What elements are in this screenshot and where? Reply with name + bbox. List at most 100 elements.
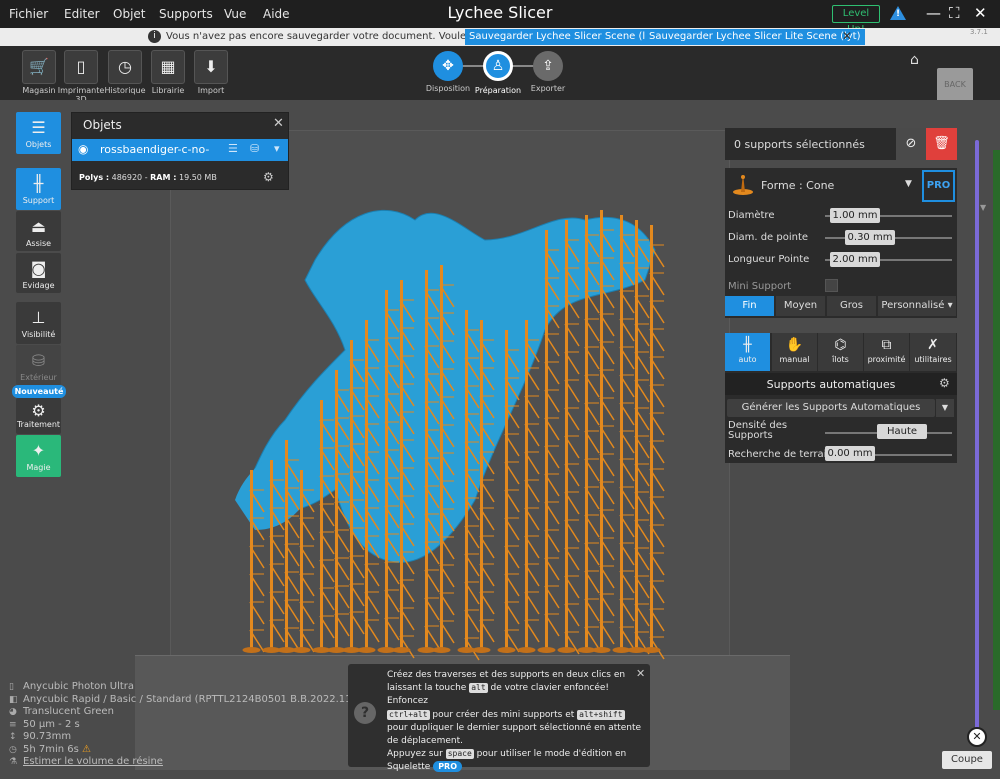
support-pillar[interactable] — [320, 400, 323, 650]
gear-icon[interactable]: ⚙ — [263, 170, 274, 184]
history-icon[interactable]: ◷ — [108, 50, 142, 84]
support-foot — [432, 647, 451, 653]
save-lys-button[interactable]: Sauvegarder Lychee Slicer Scene (lys) — [465, 29, 665, 45]
maximize-button[interactable]: ⛶ — [949, 4, 960, 22]
sidebar-evidage-button[interactable]: ◙ Evidage — [16, 253, 61, 293]
tools-icon: ✗ — [927, 337, 939, 353]
sidebar-objets-button[interactable]: ☰ Objets — [16, 112, 61, 154]
support-foot — [592, 647, 611, 653]
support-pillar[interactable] — [300, 470, 303, 650]
mode-proximite-tab[interactable]: ⧉ proximité — [864, 333, 910, 371]
library-icon[interactable]: ▦ — [151, 50, 185, 84]
support-foot — [242, 647, 261, 653]
support-pillar[interactable] — [385, 290, 388, 650]
store-cart-icon[interactable]: 🛒 — [22, 50, 56, 84]
minimize-button[interactable]: — — [926, 4, 941, 22]
level-up-button[interactable]: Level Up! — [832, 5, 880, 35]
tip-text: Créez des traverses et des supports en d… — [387, 669, 642, 775]
terrain-value[interactable]: 0.00 mm — [825, 446, 875, 461]
mode-utilitaires-tab[interactable]: ✗ utilitaires — [910, 333, 957, 371]
support-foot — [357, 647, 376, 653]
sidebar-exterieur-label: Extérieur — [20, 373, 57, 382]
warning-icon: ⚠ — [82, 743, 92, 755]
support-pillar[interactable] — [565, 220, 568, 650]
pro-button[interactable]: PRO — [922, 170, 955, 202]
manual-support-icon: ✋ — [785, 337, 804, 353]
support-pillar[interactable] — [250, 470, 253, 650]
printer-phone-icon[interactable]: ▯ — [64, 50, 98, 84]
sidebar-support-button[interactable]: ╫ Support — [16, 168, 61, 210]
title-bar: Fichier Editer Objet Supports Vue Aide L… — [0, 0, 1000, 35]
size-fin-button[interactable]: Fin — [725, 296, 775, 316]
printer-icon: ▯ — [9, 682, 14, 692]
mini-support-checkbox[interactable] — [825, 279, 838, 292]
database-icon[interactable]: ⛁ — [250, 142, 259, 155]
chevron-down-icon[interactable]: ▼ — [905, 179, 912, 189]
height-icon: ↕ — [9, 732, 17, 742]
hide-eye-icon[interactable]: ⊘ — [896, 128, 926, 160]
sidebar-magie-button[interactable]: ✦ Magie — [16, 435, 61, 477]
gear-icon[interactable]: ⚙ — [939, 376, 950, 390]
back-button[interactable]: BACK — [937, 68, 973, 102]
islands-icon: ⌬ — [834, 337, 847, 353]
support-shape-panel: Forme : Cone ▼ PRO Diamètre 1.00 mm Diam… — [725, 168, 957, 318]
mode-manual-tab[interactable]: ✋ manual — [772, 333, 818, 371]
profile-icon: ◧ — [9, 694, 18, 705]
support-pillar[interactable] — [400, 280, 403, 650]
support-foot — [537, 647, 556, 653]
disposition-step-icon[interactable]: ✥ — [433, 51, 463, 81]
longueur-value[interactable]: 2.00 mm — [830, 252, 880, 267]
close-objects-panel-icon[interactable]: ✕ — [273, 116, 284, 131]
scroll-up-arrow-icon[interactable]: ▼ — [980, 203, 986, 212]
save-lyt-button[interactable]: Sauvegarder Lychee Slicer Lite Scene (ly… — [645, 29, 865, 45]
step-label-exporter: Exporter — [530, 84, 566, 93]
sidebar-support-label: Support — [22, 196, 55, 205]
close-window-button[interactable]: ✕ — [974, 4, 987, 22]
model-with-supports[interactable] — [225, 170, 685, 670]
eye-icon[interactable]: ◉ — [78, 142, 88, 156]
auto-support-icon: ╫ — [743, 337, 752, 353]
toolbar-label-import: Import — [197, 86, 225, 95]
clip-slider-handle[interactable]: ✕ — [967, 727, 987, 747]
print-time: 5h 7min 6s — [23, 743, 79, 755]
shape-select[interactable]: Forme : Cone — [761, 179, 834, 192]
support-pillar[interactable] — [335, 370, 338, 650]
preparation-step-icon[interactable]: ♙ — [483, 51, 513, 81]
chevron-down-icon[interactable]: ▼ — [936, 399, 954, 417]
support-pillar[interactable] — [635, 220, 638, 650]
support-foot — [392, 647, 411, 653]
sidebar-visibilite-button[interactable]: ⊥ Visibilité — [16, 302, 61, 344]
mode-manual-label: manual — [779, 355, 810, 364]
density-value[interactable]: Haute — [877, 424, 927, 439]
list-icon[interactable]: ☰ — [228, 142, 238, 155]
info-icon: i — [148, 30, 161, 43]
import-icon[interactable]: ⬇ — [194, 50, 228, 84]
size-moyen-button[interactable]: Moyen — [776, 296, 826, 316]
estimate-resin-link[interactable]: Estimer le volume de résine — [23, 756, 163, 767]
mode-ilots-tab[interactable]: ⌬ îlots — [818, 333, 864, 371]
key-alt: alt — [469, 683, 488, 694]
delete-trash-icon[interactable]: 🗑 — [926, 128, 957, 160]
export-step-icon[interactable]: ⇪ — [533, 51, 563, 81]
sidebar-assise-button[interactable]: ⏏ Assise — [16, 211, 61, 251]
object-row[interactable]: ◉ rossbaendiger-c-no- ☰ ⛁ ▾ — [72, 139, 288, 161]
close-notification-icon[interactable]: ✕ — [842, 29, 852, 43]
sidebar-traitement-button[interactable]: ⚙ Traitement — [16, 398, 61, 434]
size-gros-button[interactable]: Gros — [827, 296, 877, 316]
diam-pointe-value[interactable]: 0.30 mm — [845, 230, 895, 245]
support-pillar[interactable] — [350, 340, 353, 650]
generate-supports-button[interactable]: Générer les Supports Automatiques — [727, 399, 935, 417]
chevron-down-icon[interactable]: ▾ — [274, 142, 280, 155]
home-icon[interactable]: ⌂ — [910, 52, 919, 68]
proximity-icon: ⧉ — [881, 337, 892, 353]
pro-badge[interactable]: PRO — [433, 761, 463, 773]
diametre-value[interactable]: 1.00 mm — [830, 208, 880, 223]
coupe-button[interactable]: Coupe — [942, 751, 992, 769]
size-custom-button[interactable]: Personnalisé ▾ — [878, 296, 957, 316]
mode-auto-tab[interactable]: ╫ auto — [725, 333, 771, 371]
model-height: 90.73mm — [23, 731, 72, 742]
clip-slider-track[interactable] — [975, 140, 979, 730]
sidebar-exterieur-button[interactable]: ⛁ Extérieur — [16, 345, 61, 385]
support-foot — [472, 647, 491, 653]
warning-icon[interactable]: ! — [890, 6, 906, 20]
